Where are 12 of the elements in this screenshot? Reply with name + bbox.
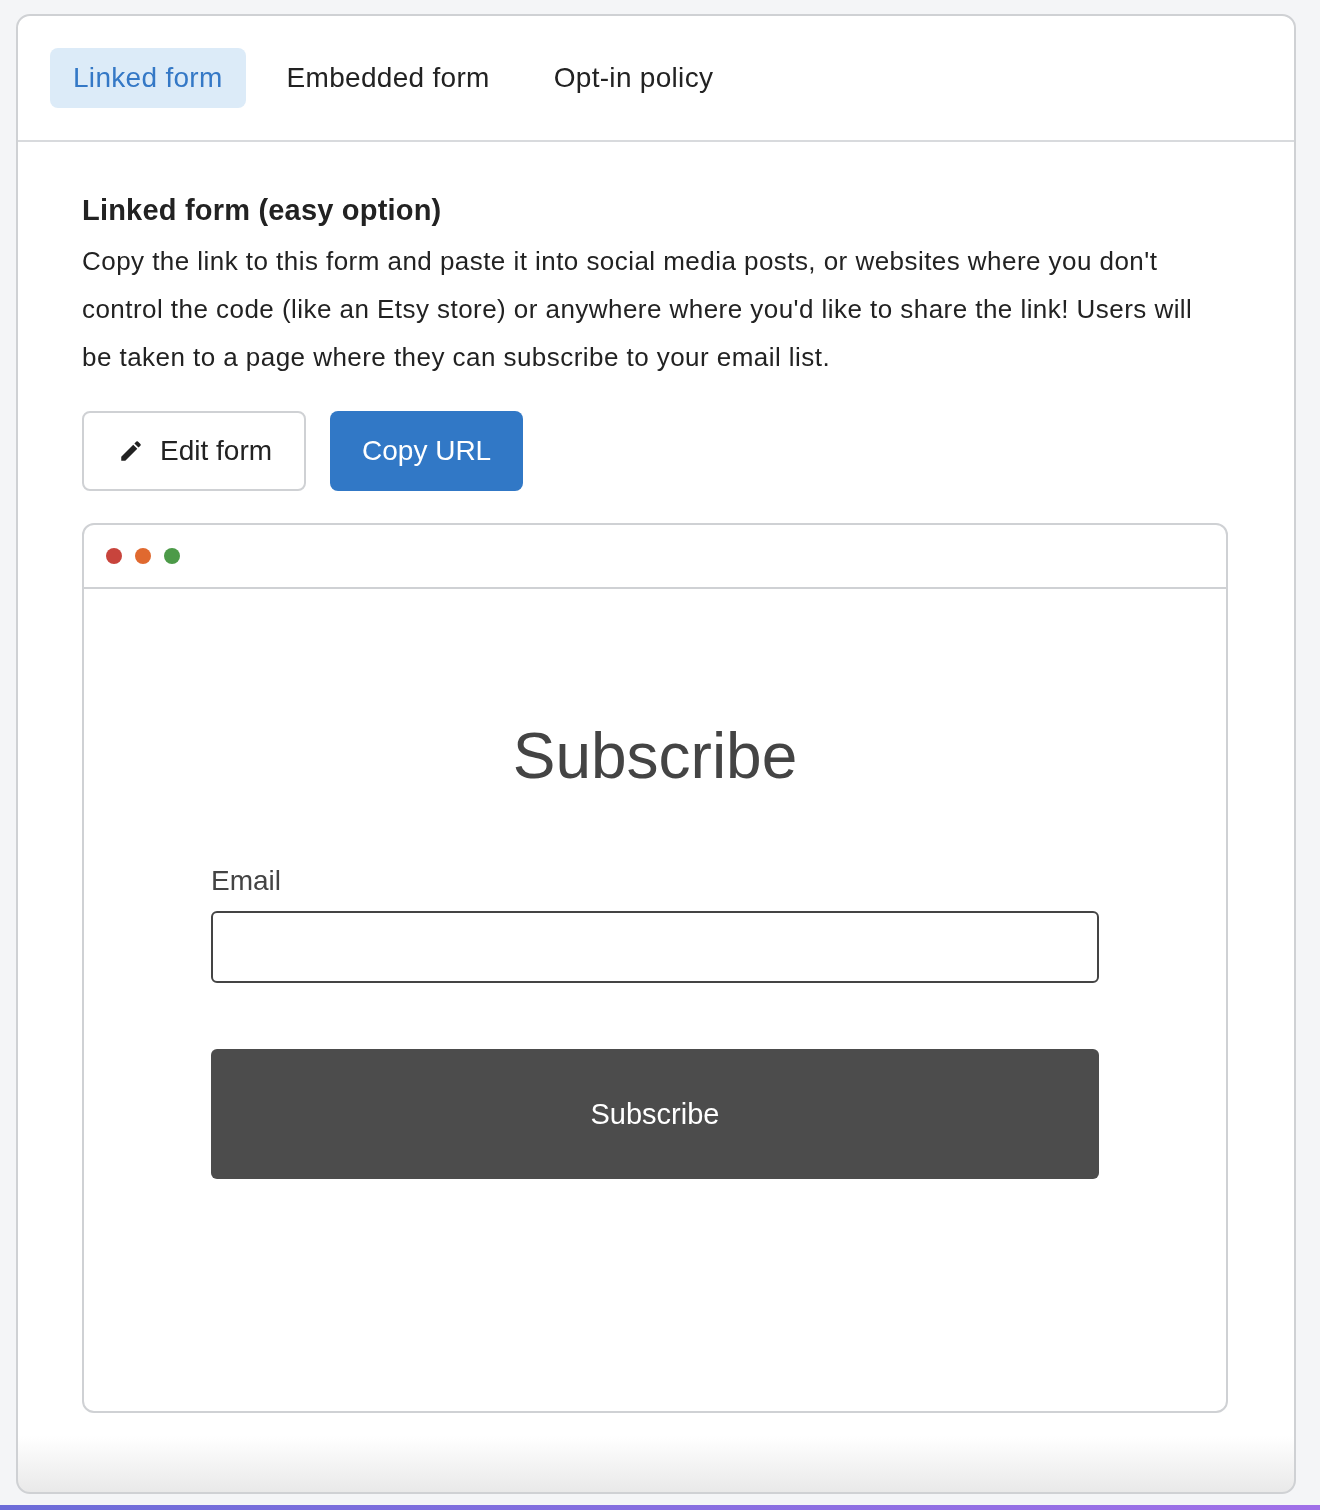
tab[interactable]: Linked form [50,48,246,108]
form-heading: Subscribe [512,719,798,793]
edit-form-button[interactable]: Edit form [82,411,307,491]
subscribe-button[interactable]: Subscribe [211,1049,1099,1179]
tab[interactable]: Opt-in policy [530,48,737,108]
email-label: Email [211,865,282,897]
tab[interactable]: Embedded form [263,48,513,108]
copy-url-button[interactable]: Copy URL [330,411,524,491]
section-title: Linked form (easy option) [82,194,443,227]
pencil-icon [118,438,144,464]
section-description: Copy the link to this form and paste it into social media posts, or websites where you don't control the code (like an Etsy store) or anywhere where you'd like to share the link! Users will be taken to a page where they can subscribe to your email list. [82,245,1194,374]
email-input-field[interactable] [211,911,1099,983]
